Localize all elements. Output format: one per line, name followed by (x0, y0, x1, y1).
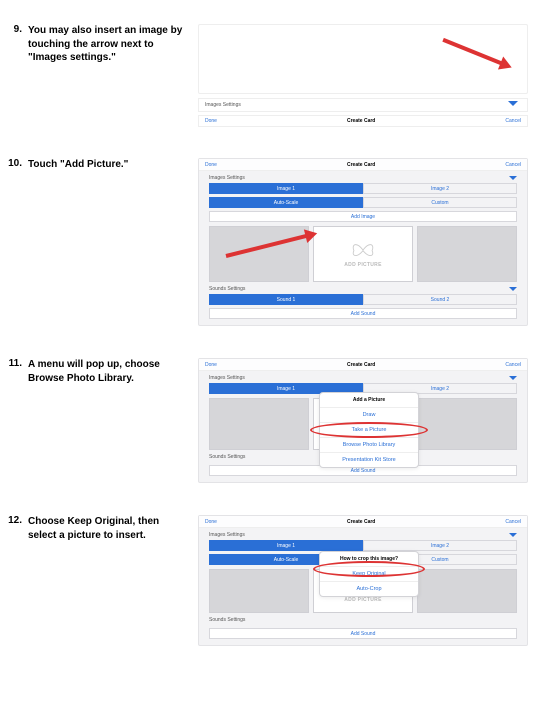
done-link[interactable]: Done (205, 162, 217, 168)
cancel-link[interactable]: Cancel (505, 519, 521, 525)
done-link[interactable]: Done (205, 118, 217, 124)
screenshot-11: Done Create Card Cancel Images Settings … (198, 358, 540, 483)
step-number: 9. (0, 24, 28, 35)
step-number: 11. (0, 358, 28, 369)
done-link[interactable]: Done (205, 362, 217, 368)
screen-title: Create Card (347, 118, 375, 124)
menu-browse-library[interactable]: Browse Photo Library (320, 438, 418, 453)
annotation-circle-icon (313, 561, 425, 577)
step-text: A menu will pop up, choose Browse Photo … (28, 358, 198, 385)
images-settings-label: Images Settings (209, 175, 245, 181)
add-picture-label: ADD PICTURE (344, 262, 381, 268)
scale-auto[interactable]: Auto-Scale (209, 197, 363, 208)
image-tab-1[interactable]: Image 1 (209, 540, 363, 551)
thumbnail-right (417, 398, 517, 450)
thumbnail-right (417, 226, 517, 282)
butterfly-icon (350, 240, 376, 260)
sounds-settings-label: Sounds Settings (209, 454, 245, 460)
cancel-link[interactable]: Cancel (505, 362, 521, 368)
thumbnail-right (417, 569, 517, 613)
chevron-down-icon[interactable] (509, 533, 517, 537)
menu-title: Add a Picture (320, 393, 418, 408)
image-tab-2[interactable]: Image 2 (363, 540, 517, 551)
chevron-down-icon[interactable] (508, 101, 518, 106)
screen-title: Create Card (347, 519, 375, 525)
add-picture-tile[interactable]: ADD PICTURE (313, 226, 413, 282)
thumbnail-left (209, 569, 309, 613)
chevron-down-icon[interactable] (509, 287, 517, 291)
step-text: Choose Keep Original, then select a pict… (28, 515, 198, 542)
thumbnail-left (209, 226, 309, 282)
image-tab-1[interactable]: Image 1 (209, 183, 363, 194)
annotation-circle-icon (310, 422, 428, 438)
chevron-down-icon[interactable] (509, 176, 517, 180)
screenshot-12: Done Create Card Cancel Images Settings … (198, 515, 540, 646)
step-number: 12. (0, 515, 28, 526)
thumbnail-left (209, 398, 309, 450)
sound-tab-1[interactable]: Sound 1 (209, 294, 363, 305)
step-text: You may also insert an image by touching… (28, 24, 198, 65)
screen-title: Create Card (347, 362, 375, 368)
step-11: 11. A menu will pop up, choose Browse Ph… (0, 358, 540, 483)
add-sound-button[interactable]: Add Sound (209, 628, 517, 639)
step-12: 12. Choose Keep Original, then select a … (0, 515, 540, 646)
screen-title: Create Card (347, 162, 375, 168)
add-image-button[interactable]: Add Image (209, 211, 517, 222)
images-settings-label: Images Settings (205, 102, 241, 108)
scale-custom[interactable]: Custom (363, 197, 517, 208)
screenshot-9: Images Settings Done Create Card Cancel (198, 24, 540, 134)
sounds-settings-label: Sounds Settings (209, 286, 245, 292)
cancel-link[interactable]: Cancel (505, 162, 521, 168)
sound-tab-2[interactable]: Sound 2 (363, 294, 517, 305)
done-link[interactable]: Done (205, 519, 217, 525)
cancel-link[interactable]: Cancel (505, 118, 521, 124)
chevron-down-icon[interactable] (509, 376, 517, 380)
images-settings-label: Images Settings (209, 375, 245, 381)
sounds-settings-label: Sounds Settings (209, 617, 245, 623)
menu-auto-crop[interactable]: Auto-Crop (320, 582, 418, 596)
screenshot-10: Done Create Card Cancel Images Settings … (198, 158, 540, 326)
add-sound-button[interactable]: Add Sound (209, 308, 517, 319)
step-text: Touch "Add Picture." (28, 158, 198, 172)
step-9: 9. You may also insert an image by touch… (0, 24, 540, 134)
step-number: 10. (0, 158, 28, 169)
step-10: 10. Touch "Add Picture." Done Create Car… (0, 158, 540, 326)
image-tab-2[interactable]: Image 2 (363, 183, 517, 194)
menu-draw[interactable]: Draw (320, 408, 418, 423)
images-settings-label: Images Settings (209, 532, 245, 538)
menu-kit-store[interactable]: Presentation Kit Store (320, 453, 418, 467)
add-picture-label: ADD PICTURE (344, 597, 381, 603)
